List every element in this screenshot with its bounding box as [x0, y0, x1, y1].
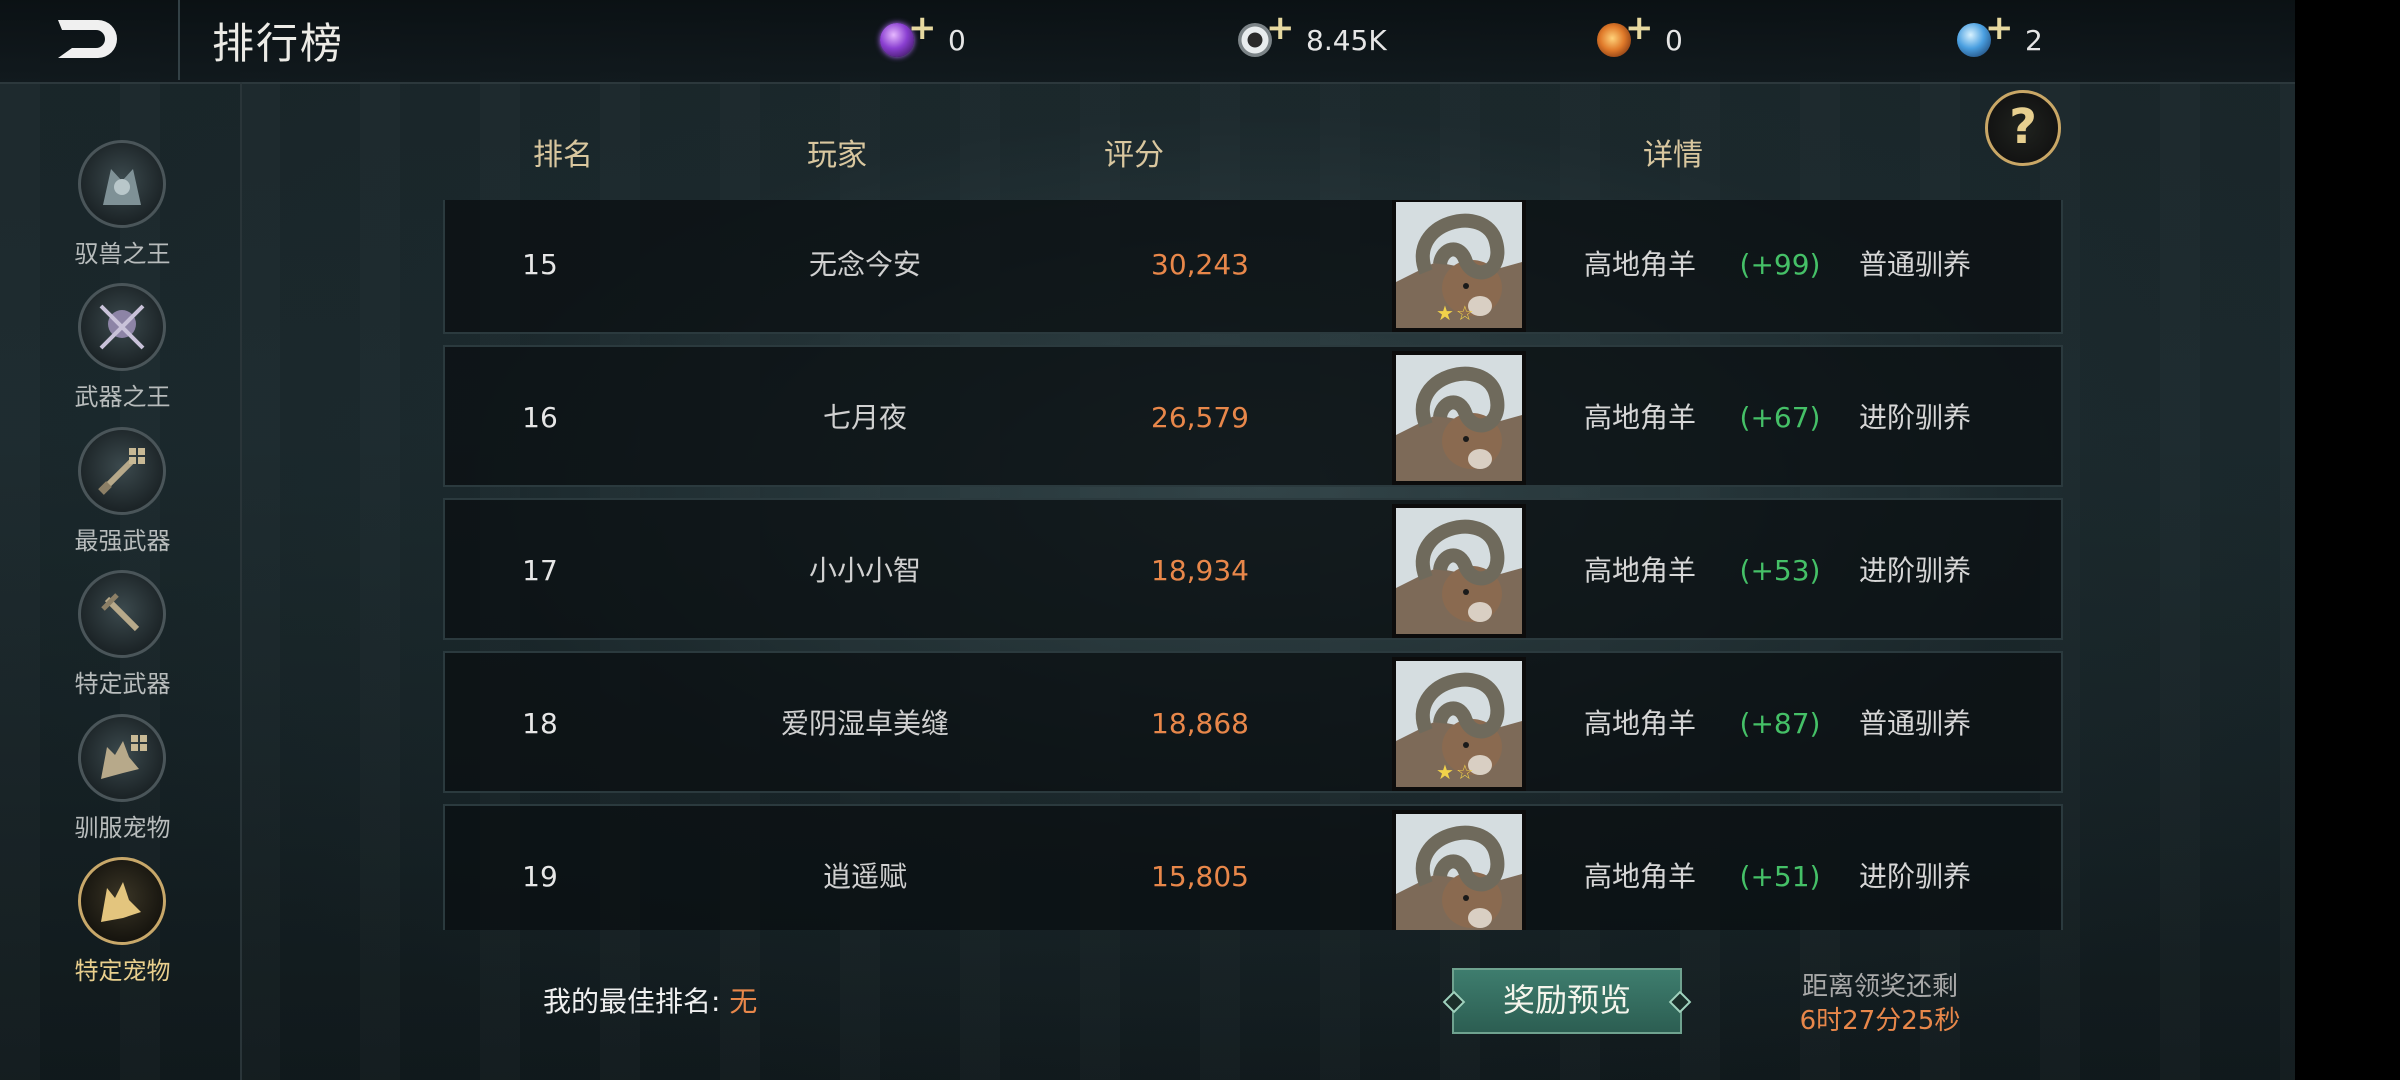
rank-cell: 18 — [522, 707, 558, 740]
currency-silver-coin: + 8.45K — [1236, 11, 1387, 68]
player-cell[interactable]: 无念今安 — [705, 200, 1025, 336]
sidebar-item-tamed-pet[interactable]: 驯服宠物 — [30, 714, 215, 854]
question-mark-icon: ? — [2009, 99, 2037, 155]
sidebar-item-weapon-king[interactable]: 武器之王 — [30, 283, 215, 423]
bonus-cell: (+67) — [1739, 401, 1821, 434]
screen-edge — [2295, 0, 2400, 1080]
specific-weapon-icon — [101, 593, 140, 632]
header-score: 评分 — [1104, 138, 1164, 173]
sidebar-item-specific-weapon[interactable]: 特定武器 — [30, 570, 215, 710]
purple-gem-icon[interactable]: + — [878, 11, 937, 65]
tame-type-cell: 进阶驯养 — [1858, 554, 1971, 587]
score-cell: 18,868 — [1151, 707, 1249, 740]
header-rank: 排名 — [533, 138, 593, 173]
table-row: 15 无念今安 30,243 ★☆ 高地角羊 (+99) 普通驯养 — [443, 200, 2063, 334]
pet-name-cell: 高地角羊 — [1583, 401, 1696, 434]
header-player: 玩家 — [807, 138, 867, 173]
reward-preview-label: 奖励预览 — [1502, 981, 1631, 1019]
sidebar-item-beast-king[interactable]: 驭兽之王 — [30, 140, 215, 280]
leaderboard-list[interactable]: 15 无念今安 30,243 ★☆ 高地角羊 (+99) 普通驯养 16 七月夜 — [443, 200, 2065, 930]
tame-type-cell: 进阶驯养 — [1858, 860, 1971, 893]
pet-name-cell: 高地角羊 — [1583, 860, 1696, 893]
leaderboard-screen: 排行榜 + 0 + 8.45K + 0 + 2 驭兽之王 武器之王 最强武器 特… — [0, 0, 2295, 1080]
specific-pet-icon — [101, 882, 141, 922]
reward-timer-value: 6时27分25秒 — [1799, 1006, 1961, 1036]
sidebar-item-strongest-weapon[interactable]: 最强武器 — [30, 427, 215, 567]
diamond-ornament-icon — [1442, 990, 1466, 1014]
reward-preview-button[interactable]: 奖励预览 — [1442, 968, 1692, 1034]
diamond-ornament-icon — [1668, 990, 1692, 1014]
sidebar-item-specific-pet[interactable]: 特定宠物 — [30, 857, 215, 997]
score-cell: 26,579 — [1151, 401, 1249, 434]
fire-orb-value: 0 — [1665, 23, 1683, 57]
help-button[interactable]: ? — [1985, 90, 2061, 166]
table-row: 18 爱阴湿卓美缝 18,868 ★☆ 高地角羊 (+87) 普通驯养 — [443, 651, 2063, 793]
player-cell[interactable]: 七月夜 — [705, 347, 1025, 489]
player-cell[interactable]: 爱阴湿卓美缝 — [705, 653, 1025, 795]
bonus-cell: (+53) — [1739, 554, 1821, 587]
table-row: 16 七月夜 26,579 高地角羊 (+67) 进阶驯养 — [443, 345, 2063, 487]
rank-cell: 15 — [522, 248, 558, 281]
reward-timer-label: 距离领奖还剩 — [1801, 972, 1958, 1002]
beast-king-icon — [103, 169, 141, 205]
top-bar: 排行榜 + 0 + 8.45K + 0 + 2 — [0, 0, 2295, 84]
ram-portrait-icon — [1396, 508, 1522, 634]
back-button[interactable] — [0, 0, 180, 80]
fire-orb-icon[interactable]: + — [1595, 11, 1654, 65]
pet-name-cell: 高地角羊 — [1583, 248, 1696, 281]
pet-name-cell: 高地角羊 — [1583, 554, 1696, 587]
pet-name-cell: 高地角羊 — [1583, 707, 1696, 740]
tamed-pet-icon — [101, 735, 147, 779]
tame-type-cell: 普通驯养 — [1858, 248, 1971, 281]
rank-cell: 17 — [522, 554, 558, 587]
pet-star-rating: ★☆ — [1436, 301, 1476, 325]
rank-cell: 16 — [522, 401, 558, 434]
blue-crystal-icon[interactable]: + — [1955, 11, 2014, 65]
score-cell: 18,934 — [1151, 554, 1249, 587]
category-sidebar: 驭兽之王 武器之王 最强武器 特定武器 驯服宠物 特定宠物 — [0, 82, 242, 1080]
purple-gem-value: 0 — [948, 23, 966, 57]
bonus-cell: (+51) — [1739, 860, 1821, 893]
player-cell[interactable]: 小小小智 — [705, 500, 1025, 642]
blue-crystal-value: 2 — [2025, 23, 2043, 57]
best-rank-value: 无 — [729, 985, 758, 1018]
pet-portrait[interactable] — [1392, 810, 1526, 930]
ram-portrait-icon — [1396, 814, 1522, 930]
pet-portrait[interactable]: ★☆ — [1392, 200, 1526, 332]
header-details: 详情 — [1643, 138, 1703, 173]
table-row: 17 小小小智 18,934 高地角羊 (+53) 进阶驯养 — [443, 498, 2063, 640]
silver-coin-icon[interactable]: + — [1236, 11, 1295, 65]
pet-portrait[interactable] — [1392, 504, 1526, 638]
tame-type-cell: 进阶驯养 — [1858, 401, 1971, 434]
ram-portrait-icon — [1396, 355, 1522, 481]
page-title: 排行榜 — [212, 19, 345, 68]
currency-purple-gem: + 0 — [878, 11, 966, 68]
weapon-king-icon — [99, 304, 145, 350]
silver-coin-value: 8.45K — [1306, 23, 1387, 57]
strongest-weapon-icon — [98, 448, 145, 495]
currency-fire-orb: + 0 — [1595, 11, 1683, 68]
score-cell: 30,243 — [1151, 248, 1249, 281]
bonus-cell: (+99) — [1739, 248, 1821, 281]
score-cell: 15,805 — [1151, 860, 1249, 893]
pet-portrait[interactable]: ★☆ — [1392, 657, 1526, 791]
best-rank: 我的最佳排名: 无 — [543, 980, 757, 1020]
bonus-cell: (+87) — [1739, 707, 1821, 740]
back-arrow-icon — [58, 20, 117, 58]
pet-portrait[interactable] — [1392, 351, 1526, 485]
currency-blue-crystal: + 2 — [1955, 11, 2043, 68]
tame-type-cell: 普通驯养 — [1858, 707, 1971, 740]
pet-star-rating: ★☆ — [1436, 760, 1476, 784]
best-rank-label: 我的最佳排名: — [543, 985, 721, 1018]
table-row: 19 逍遥赋 15,805 高地角羊 (+51) 进阶驯养 — [443, 804, 2063, 930]
player-cell[interactable]: 逍遥赋 — [705, 806, 1025, 930]
rank-cell: 19 — [522, 860, 558, 893]
